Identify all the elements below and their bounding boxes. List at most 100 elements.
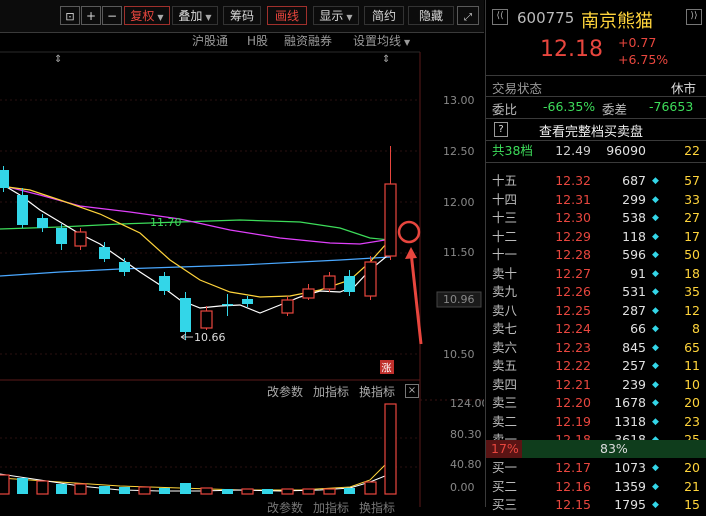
level-label: 卖六 — [492, 339, 518, 355]
close-indicator-icon[interactable]: × — [405, 384, 419, 398]
zoom-in-button[interactable]: + — [81, 6, 101, 25]
level-count: 15 — [684, 497, 700, 512]
level-volume: 845 — [622, 339, 646, 355]
help-icon[interactable]: ? — [494, 122, 508, 137]
sell-level-row[interactable]: 卖二 12.19 1318 ◆ 23 — [486, 413, 706, 431]
candle-body[interactable] — [242, 299, 253, 304]
candle-body[interactable] — [159, 276, 170, 291]
level-price: 12.25 — [555, 302, 591, 318]
yincang-button[interactable]: 隐藏 — [408, 6, 454, 25]
level-count: 20 — [684, 395, 700, 410]
level-count: 50 — [684, 247, 700, 262]
switch-indicator-button[interactable]: 换指标 — [359, 383, 395, 400]
candle-body[interactable] — [200, 310, 213, 329]
change-params-button[interactable]: 改参数 — [267, 383, 303, 400]
footer-switch-indicator[interactable]: 换指标 — [359, 499, 395, 516]
level-volume: 1073 — [614, 460, 646, 475]
price-change-pct: +6.75% — [618, 52, 669, 67]
scroll-marker-right[interactable]: ⇕ — [382, 54, 390, 65]
buy-level-row[interactable]: 买一 12.17 1073 ◆ 20 — [486, 459, 706, 477]
sell-level-row[interactable]: 卖六 12.23 845 ◆ 65 — [486, 339, 706, 357]
candle-body[interactable] — [222, 304, 233, 306]
candle-body[interactable] — [0, 170, 9, 188]
jianyue-button[interactable]: 简约 — [364, 6, 404, 25]
sell-level-row[interactable]: 卖十 12.27 91 ◆ 18 — [486, 265, 706, 283]
hgu-link[interactable]: H股 — [247, 32, 268, 50]
back-button[interactable]: ⟨⟨ — [492, 9, 508, 25]
candle-body[interactable] — [37, 218, 48, 228]
level-volume: 287 — [622, 302, 646, 318]
expand-icon: ⤢ — [464, 12, 472, 23]
level-volume: 1795 — [614, 497, 646, 512]
level-price: 12.26 — [555, 284, 591, 299]
level-volume: 91 — [630, 265, 646, 281]
buy-level-row[interactable]: 买三 12.15 1795 ◆ 15 — [486, 496, 706, 514]
buy-level-row[interactable]: 买二 12.16 1359 ◆ 21 — [486, 478, 706, 496]
volume-bar — [344, 488, 355, 494]
footer-change-params[interactable]: 改参数 — [267, 499, 303, 516]
sell-level-row[interactable]: 十一 12.28 596 ◆ 50 — [486, 246, 706, 264]
volume-bar — [119, 487, 130, 494]
sell-level-row[interactable]: 卖三 12.20 1678 ◆ 20 — [486, 394, 706, 412]
full-orderbook-link[interactable]: 查看完整档买卖盘 — [539, 121, 643, 140]
candle-body[interactable] — [281, 299, 294, 314]
candle-body[interactable] — [384, 183, 397, 257]
sell-level-row[interactable]: 十二 12.29 118 ◆ 17 — [486, 228, 706, 246]
level-price: 12.16 — [555, 478, 591, 494]
chouma-label: 筹码 — [229, 9, 254, 23]
set-ma-label: 设置均线 — [353, 34, 402, 48]
sell-level-row[interactable]: 十三 12.30 538 ◆ 27 — [486, 209, 706, 227]
chouma-button[interactable]: 筹码 — [223, 6, 261, 25]
volume-bar — [384, 403, 397, 495]
sell-level-row[interactable]: 十四 12.31 299 ◆ 33 — [486, 191, 706, 209]
expand-button[interactable]: ⤢ — [457, 6, 479, 25]
sell-level-row[interactable]: 卖四 12.21 239 ◆ 10 — [486, 376, 706, 394]
level-price: 12.23 — [555, 339, 591, 355]
candle-body[interactable] — [344, 276, 355, 292]
candle-body[interactable] — [119, 262, 130, 272]
level-price: 12.24 — [555, 321, 591, 336]
sell-level-row[interactable]: 卖七 12.24 66 ◆ 8 — [486, 320, 706, 338]
total-levels-vol: 96090 — [606, 143, 646, 158]
candle-body[interactable] — [74, 231, 87, 247]
scroll-marker-left[interactable]: ⇕ — [54, 54, 62, 65]
hgt-link[interactable]: 沪股通 — [192, 32, 228, 50]
candle-body[interactable] — [364, 261, 377, 297]
zoom-out-button[interactable]: − — [102, 6, 122, 25]
candle-body[interactable] — [56, 228, 67, 244]
volume-bar — [99, 486, 110, 494]
add-indicator-button[interactable]: 加指标 — [313, 383, 349, 400]
set-ma-dropdown[interactable]: 设置均线 ▼ — [353, 32, 410, 50]
candle-body[interactable] — [17, 195, 28, 225]
candle-body[interactable] — [99, 247, 110, 259]
candle-body[interactable] — [302, 288, 315, 299]
volume-bar — [262, 489, 273, 494]
prev-icon: ⟨⟨ — [496, 11, 504, 21]
level-price: 12.22 — [555, 358, 591, 373]
fuquan-dropdown[interactable]: 复权 ▼ — [124, 6, 170, 25]
forward-button[interactable]: ⟩⟩ — [686, 9, 702, 25]
lock-button[interactable]: ⊡ — [60, 6, 80, 25]
ma5-line — [0, 182, 388, 314]
volume-bar — [222, 489, 233, 494]
level-count: 65 — [684, 339, 700, 355]
rzrq-link[interactable]: 融资融券 — [284, 32, 332, 50]
kline-chart[interactable]: 11.70 10.66 涨 ⇕ ⇕ 13.00 12.50 12.00 11.50 10… — [0, 0, 484, 507]
level-volume: 1678 — [614, 395, 646, 410]
level-volume: 239 — [622, 376, 646, 392]
caret-down-icon: ▼ — [346, 13, 353, 22]
sell-level-row[interactable]: 卖九 12.26 531 ◆ 35 — [486, 283, 706, 301]
highlight-circle — [397, 220, 421, 244]
sell-level-row[interactable]: 卖八 12.25 287 ◆ 12 — [486, 302, 706, 320]
level-label: 十一 — [492, 247, 518, 262]
candle-body[interactable] — [323, 275, 336, 290]
footer-add-indicator[interactable]: 加指标 — [313, 499, 349, 516]
huaxian-button[interactable]: 画线 — [267, 6, 307, 25]
diejia-dropdown[interactable]: 叠加 ▼ — [172, 6, 218, 25]
caret-down-icon: ▼ — [157, 13, 164, 22]
sell-level-row[interactable]: 十五 12.32 687 ◆ 57 — [486, 172, 706, 190]
candle-body[interactable] — [180, 298, 191, 332]
sell-level-row[interactable]: 卖五 12.22 257 ◆ 11 — [486, 357, 706, 375]
xianshi-dropdown[interactable]: 显示 ▼ — [313, 6, 359, 25]
quote-panel: ⟨⟨ 600775 南京熊猫 ⟩⟩ 12.18 +0.77 +6.75% 交易状… — [485, 0, 706, 512]
